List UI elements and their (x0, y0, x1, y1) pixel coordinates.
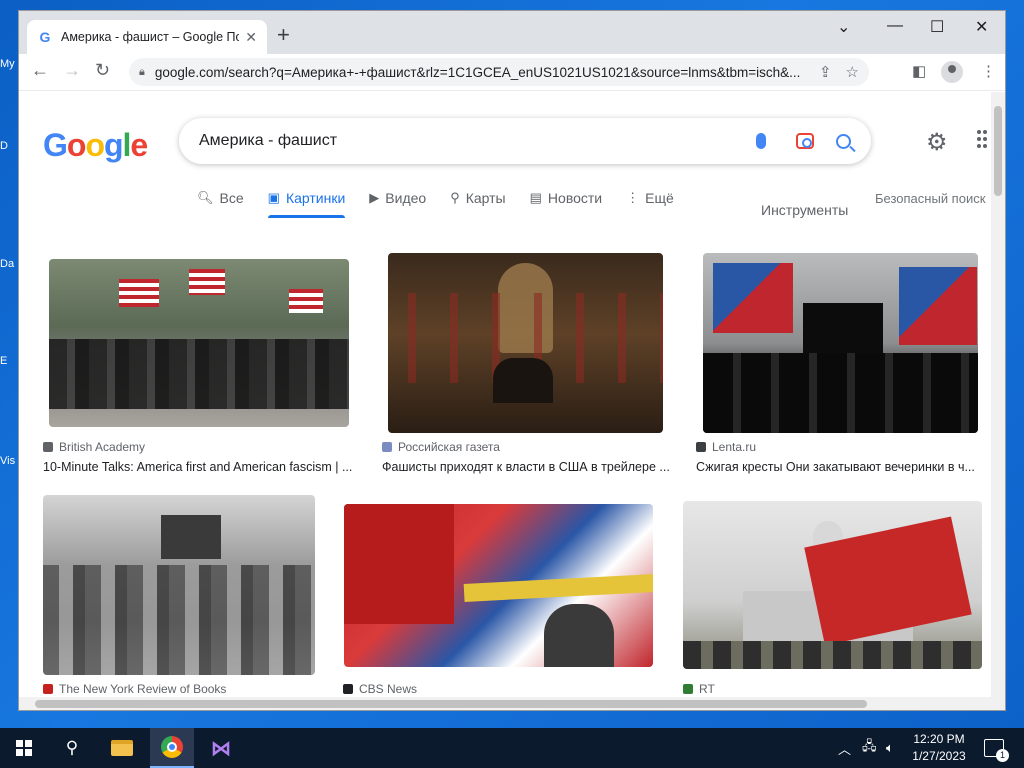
search-input[interactable]: Америка - фашист (199, 132, 756, 150)
settings-gear-icon[interactable]: ⚙ (926, 128, 948, 157)
safesearch-label[interactable]: Безопасный поиск (875, 191, 985, 206)
desktop-icon-label[interactable]: Da (0, 258, 18, 270)
tools-button[interactable]: Инструменты (761, 202, 848, 218)
windows-logo-icon (16, 740, 32, 756)
result-image[interactable] (703, 253, 978, 433)
menu-kebab-icon[interactable]: ⋮ (981, 62, 996, 80)
browser-toolbar: ← → ↻ 🔒︎ google.com/search?q=Америка+-+ф… (19, 54, 1005, 91)
result-image[interactable] (344, 504, 653, 667)
address-bar[interactable]: 🔒︎ google.com/search?q=Америка+-+фашист&… (129, 58, 869, 86)
source-favicon-icon (43, 684, 53, 694)
search-type-tabs: 🔍︎ Все ▣ Картинки ▶ Видео ⚲ Карты ▤ Новости ⋮… (197, 190, 698, 218)
result-source[interactable]: Lenta.ru (696, 440, 756, 454)
camera-lens-icon[interactable] (796, 133, 814, 149)
notification-count: 1 (996, 749, 1009, 762)
maximize-button[interactable]: ☐ (930, 17, 944, 37)
url-text[interactable]: google.com/search?q=Америка+-+фашист&rlz… (155, 65, 805, 80)
desktop-icon-label[interactable]: My (0, 58, 18, 70)
tab-close-icon[interactable]: ✕ (245, 29, 257, 46)
map-pin-icon: ⚲ (450, 190, 460, 205)
tab-all[interactable]: 🔍︎ Все (197, 190, 244, 218)
clock-time: 12:20 PM (913, 732, 965, 746)
more-vertical-icon: ⋮ (626, 190, 640, 205)
search-icon: 🔍︎ (197, 190, 214, 205)
reload-icon[interactable]: ↻ (95, 60, 110, 81)
desktop-icon-label[interactable]: D (0, 140, 18, 152)
chrome-taskbar-icon[interactable] (150, 728, 194, 768)
tab-title: Америка - фашист – Google По (61, 30, 240, 44)
result-image[interactable] (43, 495, 315, 675)
tab-search-icon[interactable]: ⌄ (837, 17, 850, 37)
source-favicon-icon (683, 684, 693, 694)
google-logo[interactable]: Google (43, 127, 148, 164)
taskbar: ⚲ ⋈ ︿ 🖧︎ 🔈︎ 12:20 PM 1/27/2023 1 (0, 728, 1024, 768)
desktop-icon-label[interactable]: Vis (0, 455, 18, 467)
result-source[interactable]: The New York Review of Books (43, 682, 226, 696)
news-icon: ▤ (529, 190, 542, 205)
tab-more[interactable]: ⋮ Ещё (626, 190, 674, 218)
result-source[interactable]: CBS News (343, 682, 417, 696)
google-images-page: Google Америка - фашист ⚙ 🔍︎ Все ▣ Картинк… (19, 92, 991, 697)
google-favicon-icon: G (39, 29, 51, 45)
volume-icon[interactable]: 🔈︎ (886, 728, 894, 768)
profile-avatar-icon[interactable] (941, 61, 963, 83)
result-source[interactable]: RT (683, 682, 715, 696)
source-favicon-icon (382, 442, 392, 452)
forward-arrow-icon[interactable]: → (63, 60, 81, 81)
tab-news[interactable]: ▤ Новости (530, 190, 603, 218)
visual-studio-icon[interactable]: ⋈ (202, 728, 240, 768)
lock-icon[interactable]: 🔒︎ (139, 66, 145, 79)
bookmark-star-icon[interactable]: ☆ (846, 63, 859, 81)
result-caption[interactable]: Фашисты приходят к власти в США в трейле… (382, 460, 672, 474)
microphone-icon[interactable] (756, 133, 766, 149)
source-favicon-icon (43, 442, 53, 452)
result-source[interactable]: Российская газета (382, 440, 500, 454)
apps-grid-icon[interactable] (977, 130, 991, 150)
desktop-icon-label[interactable]: E (0, 355, 18, 367)
vertical-scrollbar[interactable] (991, 92, 1005, 697)
browser-window: G Америка - фашист – Google По ✕ + ⌄ — ☐… (18, 10, 1006, 711)
network-icon[interactable]: 🖧︎ (862, 728, 877, 768)
search-icon[interactable] (836, 133, 851, 149)
result-image[interactable] (388, 253, 663, 433)
back-arrow-icon[interactable]: ← (31, 60, 49, 81)
result-caption[interactable]: Сжигая кресты Они закатывают вечеринки в… (696, 460, 978, 474)
source-favicon-icon (343, 684, 353, 694)
show-hidden-icons-icon[interactable]: ︿ (838, 728, 851, 768)
share-icon[interactable]: ⇪ (819, 63, 832, 81)
image-icon: ▣ (267, 190, 280, 205)
tab-strip: G Америка - фашист – Google По ✕ + ⌄ — ☐… (19, 11, 1005, 54)
notification-center-icon[interactable]: 1 (984, 728, 1009, 768)
result-source[interactable]: British Academy (43, 440, 145, 454)
result-image[interactable] (49, 259, 349, 427)
side-panel-icon[interactable]: ◧ (912, 62, 926, 80)
browser-tab[interactable]: G Америка - фашист – Google По ✕ (27, 20, 267, 54)
tab-video[interactable]: ▶ Видео (369, 190, 426, 218)
search-icon[interactable]: ⚲ (56, 728, 88, 768)
play-icon: ▶ (369, 190, 380, 205)
clock-date: 1/27/2023 (912, 749, 966, 763)
start-button[interactable] (8, 728, 40, 768)
new-tab-button[interactable]: + (277, 23, 290, 47)
clock[interactable]: 12:20 PM 1/27/2023 (908, 731, 970, 765)
tab-maps[interactable]: ⚲ Карты (450, 190, 505, 218)
result-caption[interactable]: 10-Minute Talks: America first and Ameri… (43, 460, 353, 474)
scrollbar-thumb[interactable] (35, 700, 867, 708)
horizontal-scrollbar[interactable] (19, 697, 1005, 710)
search-box[interactable]: Америка - фашист (179, 118, 871, 164)
tab-images[interactable]: ▣ Картинки (267, 190, 345, 218)
minimize-button[interactable]: — (887, 17, 903, 35)
file-explorer-icon[interactable] (104, 728, 140, 768)
close-button[interactable]: ✕ (975, 17, 988, 37)
scrollbar-thumb[interactable] (994, 106, 1002, 196)
result-image[interactable] (683, 501, 982, 669)
source-favicon-icon (696, 442, 706, 452)
